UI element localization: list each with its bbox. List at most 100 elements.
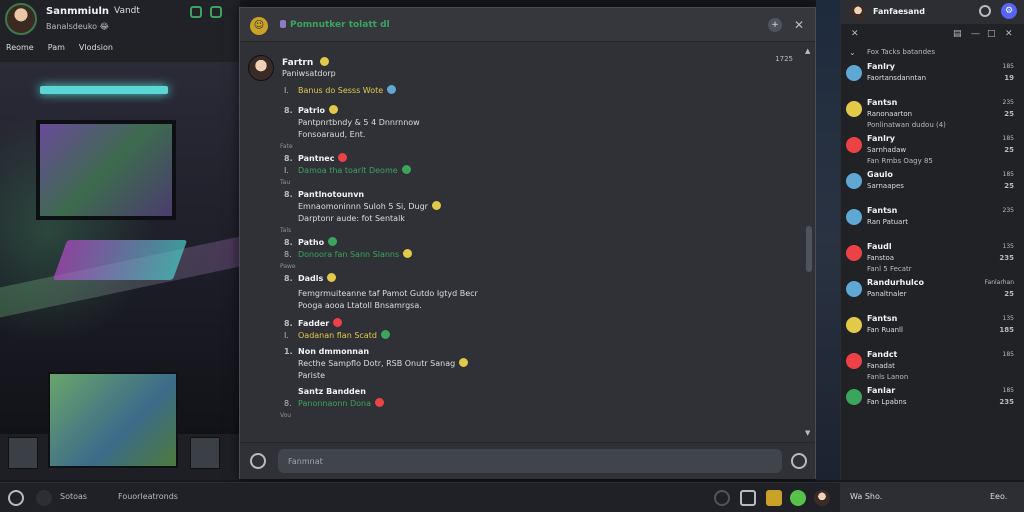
home-icon[interactable] <box>8 490 24 506</box>
expand-icon[interactable] <box>210 6 222 18</box>
friend-count: 25 <box>1004 182 1014 190</box>
document-icon[interactable]: ▤ <box>953 29 962 39</box>
stream-header-icons <box>190 6 222 18</box>
chat-window: ☺ Pomnutker tolatt dl + ✕ Fartrn Paniwsa… <box>239 7 816 479</box>
clover-emoji-icon <box>401 165 411 174</box>
scroll-thumb[interactable] <box>806 226 812 272</box>
friend-row[interactable]: Fandct Fanadat Fanls Lanon 185 <box>841 348 1024 384</box>
list-item: Santz Bandden <box>298 387 366 396</box>
friend-status: Sarnhadaw <box>867 146 907 154</box>
friend-row[interactable]: Fantsn Ranonaarton Ponlinatwan dudou (4)… <box>841 96 1024 132</box>
nav-item-2[interactable]: Vlodsion <box>79 43 113 52</box>
avatar[interactable] <box>814 490 830 506</box>
globe-emoji-icon <box>387 85 397 94</box>
small-label: Fate <box>280 143 293 150</box>
streamer-avatar[interactable] <box>5 3 37 35</box>
close-icon[interactable]: ✕ <box>1005 29 1013 39</box>
background-strip <box>816 0 840 480</box>
add-icon[interactable]: + <box>768 18 782 32</box>
scroll-down-icon[interactable]: ▼ <box>805 429 810 437</box>
message-header: Fartrn Paniwsatdorp 1725 <box>248 51 803 85</box>
small-label: Tals <box>280 227 292 234</box>
avatar[interactable] <box>850 4 866 20</box>
list-item: 8. Pantlnotounvn <box>284 190 365 199</box>
friend-count: 25 <box>1004 110 1014 118</box>
online-status-icon[interactable] <box>790 490 806 506</box>
friend-row[interactable]: Fanlry Sarnhadaw Fan Rmbs Oagy 85 185 25 <box>841 132 1024 168</box>
friend-count: 235 <box>999 398 1014 406</box>
friend-row[interactable]: Fantsn Ran Patuart 235 <box>841 204 1024 240</box>
friend-row[interactable]: Randurhulco Panaltnaler Fanlarhan 25 <box>841 276 1024 312</box>
scroll-up-icon[interactable]: ▲ <box>805 47 810 55</box>
streamer-name[interactable]: Sanmmiuln <box>46 6 109 17</box>
avatar <box>846 209 862 225</box>
sidebar-bottom-left[interactable]: Wa Sho. <box>850 492 882 501</box>
game-overlay-thumbnail[interactable] <box>48 372 178 468</box>
emoji-icon[interactable] <box>766 490 782 506</box>
message-text: I. Oadanan flan Scatd <box>248 330 803 342</box>
friend-row[interactable]: Fanlar Fan Lpabns 185 235 <box>841 384 1024 420</box>
notification-icon[interactable] <box>979 5 991 17</box>
friend-row[interactable]: Gaulo Sarnaapes 185 25 <box>841 168 1024 204</box>
attach-icon[interactable] <box>250 453 266 469</box>
sidebar-username[interactable]: Fanfaesand <box>873 7 925 16</box>
emoji-picker-icon[interactable] <box>791 453 807 469</box>
list-item: 1. Non dmmonnan <box>284 347 370 356</box>
rgb-keyboard <box>52 240 188 280</box>
streamer-subtitle: Banalsdeuko 😂 <box>46 22 109 31</box>
sidebar-bottom-right[interactable]: Eeo. <box>990 492 1007 501</box>
list-item: 8. Dadls <box>248 273 803 285</box>
chat-scrollbar[interactable]: ▲ ▼ <box>803 43 815 441</box>
mic-icon[interactable] <box>714 490 730 506</box>
thumbnail-right[interactable] <box>190 437 220 469</box>
avatar <box>846 389 862 405</box>
avatar <box>846 245 862 261</box>
server-icon[interactable]: ☺ <box>250 17 268 35</box>
close-icon[interactable]: ✕ <box>792 18 806 32</box>
layout-icon[interactable] <box>190 6 202 18</box>
friend-time: 185 <box>1002 63 1014 70</box>
list-item: 8. Patrio <box>248 105 803 117</box>
list-item: 8. Fadder <box>248 318 803 330</box>
friend-name: Fantsn <box>867 206 898 215</box>
friend-status: Fan Lpabns <box>867 398 907 406</box>
chevron-down-icon[interactable]: ⌄ <box>849 48 856 57</box>
gear-icon[interactable]: ⚙ <box>1001 3 1017 19</box>
wink-emoji-icon <box>459 358 469 367</box>
friend-time: 185 <box>1002 387 1014 394</box>
thumbnail-left[interactable] <box>8 437 38 469</box>
avatar <box>846 65 862 81</box>
friend-status: Ranonaarton <box>867 110 913 118</box>
section-title: Fox Tacks batandes <box>867 48 935 56</box>
friend-row[interactable]: Faudl Fanstoa Fanl 5 Fecatr 135 235 <box>841 240 1024 276</box>
status-icon[interactable] <box>36 490 52 506</box>
screen-share-icon[interactable] <box>740 490 756 506</box>
message-list: Fartrn Paniwsatdorp 1725 I. Banus do Sess… <box>240 43 803 441</box>
friend-name: Randurhulco <box>867 278 924 287</box>
chat-header: ☺ Pomnutker tolatt dl + ✕ <box>240 8 815 42</box>
friend-time: 185 <box>1002 135 1014 142</box>
nav-item-1[interactable]: Pam <box>48 43 65 52</box>
friend-row[interactable]: Fantsn Fan Ruanll 135 185 <box>841 312 1024 348</box>
message-text: Femgrmuiteanne taf Pamot Gutdo Igtyd Bec… <box>298 289 478 298</box>
sidebar-section-header: ⌄ Fox Tacks batandes <box>841 46 1024 60</box>
app-root: Sanmmiuln Vandt Banalsdeuko 😂 Reome Pam … <box>0 0 1024 512</box>
stream-nav: Reome Pam Vlodsion <box>6 43 113 52</box>
username[interactable]: Fartrn <box>282 58 313 68</box>
bottom-label[interactable]: Sotoas <box>60 492 87 501</box>
message-input[interactable] <box>278 449 782 473</box>
collapse-icon[interactable]: ✕ <box>851 29 859 39</box>
friend-activity: Ponlinatwan dudou (4) <box>867 121 946 129</box>
friend-time: Fanlarhan <box>984 279 1014 286</box>
bottom-search[interactable]: Fouorleatronds <box>118 492 178 501</box>
avatar[interactable] <box>248 55 274 81</box>
message-text: Darptonr aude: fot Sentalk <box>298 214 405 223</box>
channel-name[interactable]: Pomnutker tolatt dl <box>280 20 390 30</box>
avatar <box>846 317 862 333</box>
friend-activity: Fanl 5 Fecatr <box>867 265 912 273</box>
friend-row[interactable]: Fanlry Faortansdanntan 185 19 <box>841 60 1024 96</box>
nav-item-0[interactable]: Reome <box>6 43 34 52</box>
minimize-icon[interactable]: — <box>971 29 980 39</box>
sidebar-user-bar: Fanfaesand ⚙ <box>841 0 1024 24</box>
maximize-icon[interactable]: □ <box>987 29 996 39</box>
